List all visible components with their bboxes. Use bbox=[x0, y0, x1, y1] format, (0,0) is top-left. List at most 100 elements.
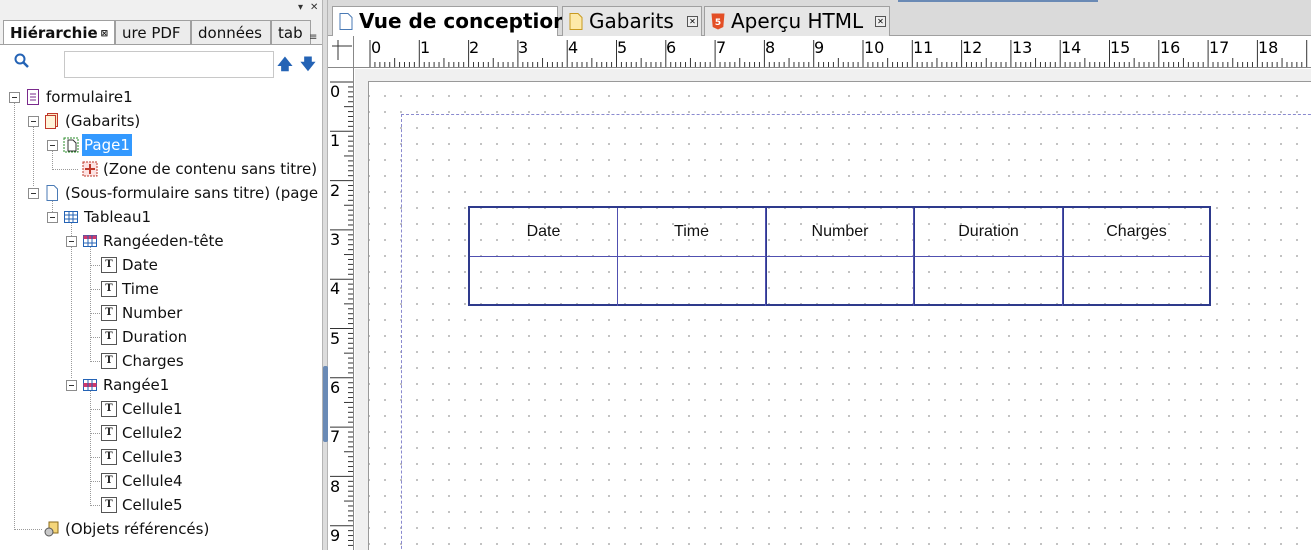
tree-item-body-cell[interactable]: T Cellule2 bbox=[0, 422, 322, 444]
tree-item-gabarits[interactable]: (Gabarits) bbox=[0, 110, 322, 132]
tree-connector bbox=[90, 289, 100, 290]
tree-item-subform[interactable]: (Sous-formulaire sans titre) (page 1) bbox=[0, 182, 338, 204]
tree-connector bbox=[90, 265, 100, 266]
text-field-icon: T bbox=[101, 473, 117, 489]
form-page[interactable]: Date Time Number Duration Charges bbox=[368, 81, 1311, 550]
text-field-icon: T bbox=[101, 425, 117, 441]
collapse-toggle[interactable] bbox=[28, 188, 39, 199]
table-body-cell[interactable] bbox=[1063, 257, 1209, 306]
ruler-number: 6 bbox=[666, 38, 677, 57]
ruler-number: 7 bbox=[330, 427, 341, 446]
close-icon[interactable]: ⊠ bbox=[101, 29, 109, 39]
tree-connector bbox=[90, 457, 100, 458]
tab-data[interactable]: données bbox=[191, 20, 271, 44]
ruler-number: 1 bbox=[420, 38, 431, 57]
tree-item-page1[interactable]: Page1 bbox=[0, 134, 322, 156]
arrow-down-icon[interactable]: 🡇 bbox=[300, 54, 316, 73]
ruler-number: 5 bbox=[617, 38, 628, 57]
tree-item-body-cell[interactable]: T Cellule3 bbox=[0, 446, 322, 468]
ruler-number: 4 bbox=[330, 279, 341, 298]
ruler-number: 15 bbox=[1110, 38, 1131, 57]
table-header-cell[interactable]: Charges bbox=[1063, 208, 1209, 257]
ruler-number: 16 bbox=[1160, 38, 1181, 57]
tree-item-referenced-objects[interactable]: (Objets référencés) bbox=[0, 518, 322, 540]
tab-tab[interactable]: tab bbox=[271, 20, 311, 44]
tree-item-header-cell[interactable]: T Charges bbox=[0, 350, 322, 372]
tree-item-header-cell[interactable]: T Number bbox=[0, 302, 322, 324]
collapse-toggle[interactable] bbox=[47, 140, 58, 151]
tree-connector bbox=[90, 361, 100, 362]
tab-master-pages[interactable]: Gabarits ✕ bbox=[562, 6, 702, 36]
ruler-number: 7 bbox=[716, 38, 727, 57]
tab-html-preview[interactable]: 5 Aperçu HTML ✕ bbox=[704, 6, 890, 36]
close-icon[interactable]: ✕ bbox=[687, 16, 698, 27]
tree-item-formulaire1[interactable]: formulaire1 bbox=[0, 86, 322, 108]
tree-item-header-cell[interactable]: T Date bbox=[0, 254, 322, 276]
ruler-number: 2 bbox=[469, 38, 480, 57]
ruler-number: 8 bbox=[330, 477, 341, 496]
tree-item-body-cell[interactable]: T Cellule4 bbox=[0, 470, 322, 492]
table-header-cell[interactable]: Time bbox=[618, 208, 766, 257]
ruler-number: 3 bbox=[330, 230, 341, 249]
search-input[interactable] bbox=[64, 51, 274, 78]
design-canvas[interactable]: Date Time Number Duration Charges bbox=[355, 69, 1311, 550]
hierarchy-tree: formulaire1 (Gabarits) Page1 (Zone de co… bbox=[0, 86, 338, 550]
horizontal-ruler[interactable]: 0 1 2 3 4 5 6 7 8 9 10 11 12 13 14 15 16… bbox=[354, 36, 1311, 68]
text-field-icon: T bbox=[101, 257, 117, 273]
tree-item-table[interactable]: Tableau1 bbox=[0, 206, 322, 228]
table-object[interactable]: Date Time Number Duration Charges bbox=[468, 206, 1211, 306]
ruler-number: 4 bbox=[568, 38, 579, 57]
tree-connector bbox=[90, 481, 100, 482]
table-body-cell[interactable] bbox=[914, 257, 1063, 306]
table-body-cell[interactable] bbox=[470, 257, 618, 306]
text-field-icon: T bbox=[101, 281, 117, 297]
html5-icon: 5 bbox=[711, 13, 725, 30]
ruler-number: 8 bbox=[765, 38, 776, 57]
tree-item-body-row[interactable]: Rangée1 bbox=[0, 374, 322, 396]
panel-close-icon[interactable]: ✕ bbox=[310, 2, 318, 13]
text-field-icon: T bbox=[101, 401, 117, 417]
table-header-cell[interactable]: Number bbox=[766, 208, 914, 257]
tree-item-content-area[interactable]: (Zone de contenu sans titre) bbox=[0, 158, 322, 180]
collapse-toggle[interactable] bbox=[66, 380, 77, 391]
ruler-number: 17 bbox=[1209, 38, 1230, 57]
tab-hierarchy[interactable]: Hiérarchie ⊠ bbox=[3, 20, 115, 44]
page-icon bbox=[63, 137, 79, 153]
ruler-number: 9 bbox=[330, 526, 341, 545]
panel-menu-icon[interactable]: ▾ bbox=[298, 2, 303, 13]
ruler-number: 18 bbox=[1258, 38, 1279, 57]
tree-connector bbox=[14, 529, 42, 530]
tree-item-header-cell[interactable]: T Time bbox=[0, 278, 322, 300]
tree-connector bbox=[90, 505, 100, 506]
arrow-up-icon[interactable]: 🡅 bbox=[277, 54, 293, 73]
ruler-number: 10 bbox=[864, 38, 885, 57]
ruler-corner[interactable] bbox=[328, 36, 354, 68]
ruler-number: 12 bbox=[962, 38, 983, 57]
collapse-toggle[interactable] bbox=[9, 92, 20, 103]
design-editor: Vue de conception Gabarits ✕ 5 Aperçu HT… bbox=[328, 0, 1311, 550]
table-header-cell[interactable]: Duration bbox=[914, 208, 1063, 257]
tree-item-header-cell[interactable]: T Duration bbox=[0, 326, 322, 348]
table-body-cell[interactable] bbox=[766, 257, 914, 306]
tab-overflow-icon[interactable]: ≡ bbox=[309, 32, 317, 43]
ruler-number: 6 bbox=[330, 378, 341, 397]
tree-item-header-row[interactable]: Rangéeden-tête bbox=[0, 230, 322, 252]
collapse-toggle[interactable] bbox=[66, 236, 77, 247]
close-icon[interactable]: ✕ bbox=[875, 16, 886, 27]
editor-tab-bar: Vue de conception Gabarits ✕ 5 Aperçu HT… bbox=[328, 0, 1311, 37]
table-header-cell[interactable]: Date bbox=[470, 208, 618, 257]
tab-pdf[interactable]: ure PDF bbox=[115, 20, 191, 44]
search-icon[interactable] bbox=[14, 53, 30, 69]
collapse-toggle[interactable] bbox=[47, 212, 58, 223]
ruler-number: 0 bbox=[330, 82, 341, 101]
table-body-cell[interactable] bbox=[618, 257, 766, 306]
collapse-toggle[interactable] bbox=[28, 116, 39, 127]
page-icon bbox=[339, 13, 353, 30]
tree-item-body-cell[interactable]: T Cellule1 bbox=[0, 398, 322, 420]
hierarchy-panel: ▾ ✕ Hiérarchie ⊠ ure PDF données tab ≡ 🡅 … bbox=[0, 0, 338, 550]
vertical-ruler[interactable]: 0 1 2 3 4 5 6 7 8 9 bbox=[328, 68, 354, 550]
ruler-number: 9 bbox=[814, 38, 825, 57]
text-field-icon: T bbox=[101, 449, 117, 465]
tree-item-body-cell[interactable]: T Cellule5 bbox=[0, 494, 322, 516]
tab-design-view[interactable]: Vue de conception bbox=[332, 6, 567, 37]
